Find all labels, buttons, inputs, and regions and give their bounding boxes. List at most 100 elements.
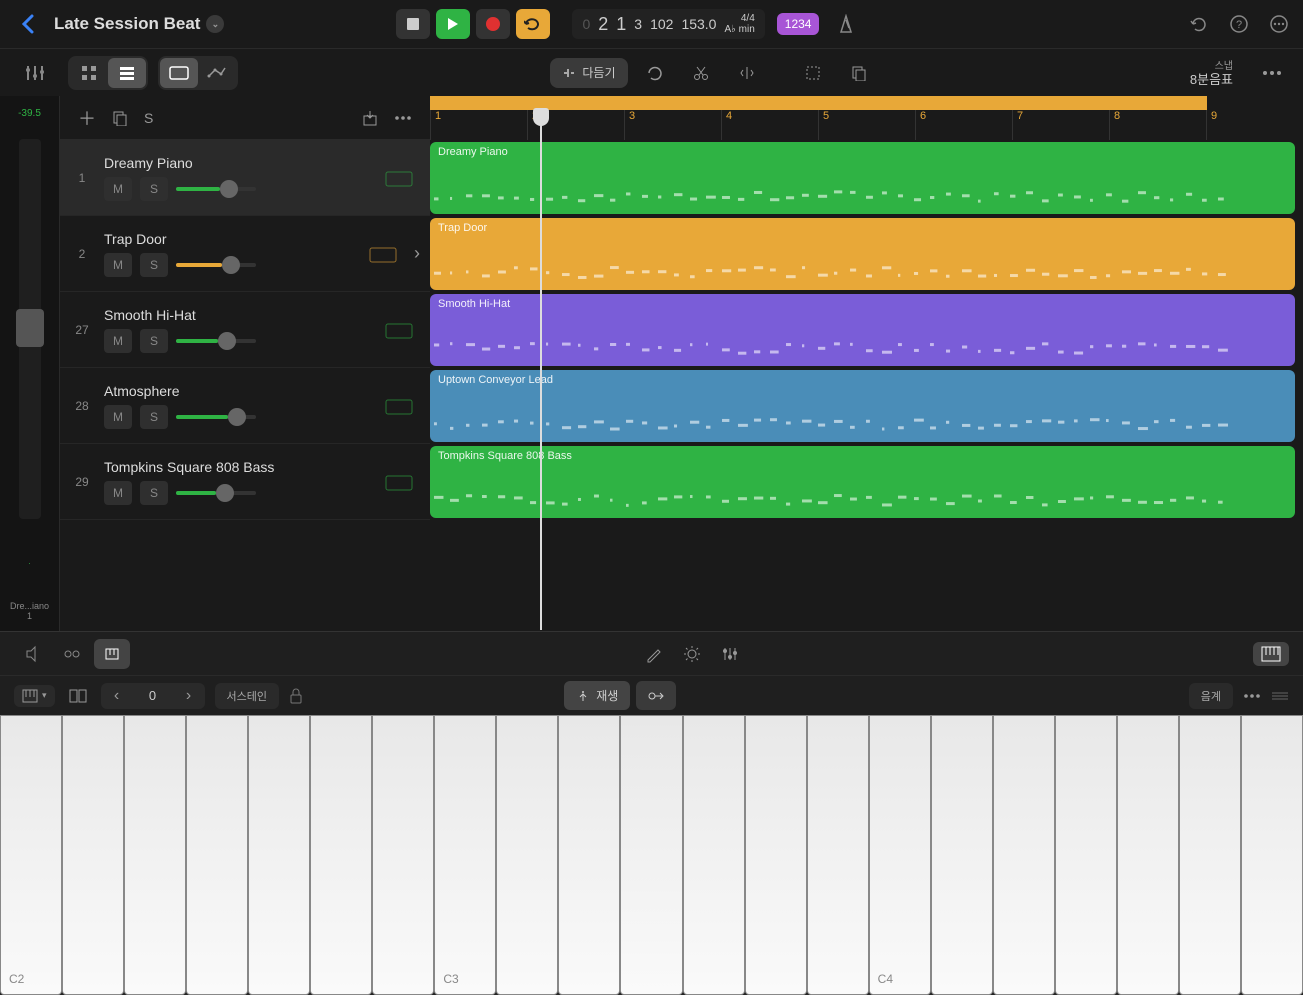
metronome-button[interactable] [831, 9, 861, 39]
white-key[interactable] [1179, 715, 1241, 995]
sustain-button[interactable]: 서스테인 [215, 683, 279, 709]
undo-button[interactable] [1187, 12, 1211, 36]
settings-tool-button[interactable] [721, 645, 739, 663]
white-key[interactable] [1241, 715, 1303, 995]
track-expand-button[interactable]: › [414, 243, 420, 264]
region-clip[interactable]: Uptown Conveyor Lead [430, 370, 1295, 442]
region-clip[interactable]: Smooth Hi-Hat [430, 294, 1295, 366]
volume-slider[interactable] [176, 187, 256, 191]
keyboard-drag-handle[interactable] [1271, 691, 1289, 701]
record-button[interactable] [476, 9, 510, 39]
lcd-display[interactable]: 0 2 1 3 102 153.0 4/4 A♭ min [572, 9, 764, 39]
volume-slider[interactable] [176, 263, 256, 267]
track-row[interactable]: 28 Atmosphere M S [60, 368, 430, 444]
play-button[interactable] [436, 9, 470, 39]
mute-button[interactable]: M [104, 329, 132, 353]
white-key[interactable] [372, 715, 434, 995]
volume-slider[interactable] [176, 415, 256, 419]
timeline-ruler[interactable]: 123456789 [430, 96, 1303, 140]
region-view-button[interactable] [160, 58, 198, 88]
white-key[interactable] [745, 715, 807, 995]
back-button[interactable] [12, 9, 42, 39]
mute-button[interactable]: M [104, 177, 132, 201]
copy-tool-button[interactable] [840, 58, 878, 88]
marquee-tool-button[interactable] [794, 58, 832, 88]
instrument-icon[interactable] [378, 314, 420, 346]
import-button[interactable] [362, 110, 378, 126]
stop-button[interactable] [396, 9, 430, 39]
mute-button[interactable]: M [104, 253, 132, 277]
list-view-button[interactable] [108, 58, 146, 88]
white-key[interactable]: C4 [869, 715, 931, 995]
instrument-icon[interactable] [378, 390, 420, 422]
white-key[interactable] [993, 715, 1055, 995]
help-button[interactable]: ? [1227, 12, 1251, 36]
tracks-more-button[interactable] [394, 115, 412, 121]
white-key[interactable] [807, 715, 869, 995]
region-clip[interactable]: Dreamy Piano [430, 142, 1295, 214]
grid-view-button[interactable] [70, 58, 108, 88]
global-solo-button[interactable]: S [144, 110, 153, 126]
region-clip[interactable]: Trap Door [430, 218, 1295, 290]
track-row[interactable]: 27 Smooth Hi-Hat M S [60, 292, 430, 368]
white-key[interactable] [1055, 715, 1117, 995]
white-key[interactable]: C2 [0, 715, 62, 995]
piano-roll-button[interactable] [1253, 642, 1289, 666]
instrument-icon[interactable] [378, 162, 420, 194]
arrange-area[interactable]: 123456789 Dreamy PianoTrap DoorSmooth Hi… [430, 96, 1303, 631]
split-keyboard-button[interactable] [65, 684, 91, 708]
keyboard-size-button[interactable]: ▾ [14, 685, 55, 707]
project-title[interactable]: Late Session Beat ⌄ [54, 14, 224, 34]
controls-tab[interactable] [54, 639, 90, 669]
white-key[interactable] [496, 715, 558, 995]
white-key[interactable] [186, 715, 248, 995]
mute-button[interactable]: M [104, 481, 132, 505]
brightness-tool-button[interactable] [683, 645, 701, 663]
playhead-handle-icon[interactable] [533, 108, 549, 126]
solo-button[interactable]: S [140, 405, 168, 429]
track-row[interactable]: 29 Tompkins Square 808 Bass M S [60, 444, 430, 520]
add-track-button[interactable]: ＋ [78, 105, 96, 131]
split-tool-button[interactable] [728, 58, 766, 88]
white-key[interactable] [248, 715, 310, 995]
track-row[interactable]: 2 Trap Door M S › [60, 216, 430, 292]
octave-down-button[interactable]: ‹ [101, 683, 133, 709]
white-key[interactable] [558, 715, 620, 995]
duplicate-track-button[interactable] [112, 110, 128, 126]
white-key[interactable] [931, 715, 993, 995]
play-mode-button[interactable]: 재생 [564, 681, 630, 710]
mixer-toggle-icon[interactable] [24, 62, 46, 84]
trim-tool-button[interactable]: 다듬기 [550, 58, 627, 88]
piano-keyboard[interactable]: C2 C3 C4 [0, 715, 1303, 995]
snap-section[interactable]: 스냅 8분음표 [1190, 60, 1233, 86]
glissando-button[interactable] [636, 681, 676, 710]
white-key[interactable] [62, 715, 124, 995]
playhead[interactable] [540, 110, 542, 630]
instrument-icon[interactable] [362, 238, 404, 270]
keyboard-more-button[interactable] [1243, 693, 1261, 699]
pencil-tool-button[interactable] [645, 645, 663, 663]
track-row[interactable]: 1 Dreamy Piano M S [60, 140, 430, 216]
solo-button[interactable]: S [140, 253, 168, 277]
mute-button[interactable]: M [104, 405, 132, 429]
count-in-button[interactable]: 1234 [777, 13, 820, 35]
solo-button[interactable]: S [140, 329, 168, 353]
more-button[interactable] [1267, 12, 1291, 36]
scale-button[interactable]: 음계 [1189, 683, 1233, 709]
cycle-button[interactable] [516, 9, 550, 39]
volume-slider[interactable] [176, 491, 256, 495]
sound-tab[interactable] [14, 639, 50, 669]
channel-fader[interactable] [19, 139, 41, 519]
automation-view-button[interactable] [198, 58, 236, 88]
lock-button[interactable] [289, 688, 303, 704]
instrument-icon[interactable] [378, 466, 420, 498]
white-key[interactable] [683, 715, 745, 995]
solo-button[interactable]: S [140, 481, 168, 505]
volume-slider[interactable] [176, 339, 256, 343]
white-key[interactable] [310, 715, 372, 995]
white-key[interactable] [1117, 715, 1179, 995]
white-key[interactable]: C3 [434, 715, 496, 995]
fader-handle[interactable] [16, 309, 44, 347]
scissors-tool-button[interactable] [682, 58, 720, 88]
loop-tool-button[interactable] [636, 58, 674, 88]
